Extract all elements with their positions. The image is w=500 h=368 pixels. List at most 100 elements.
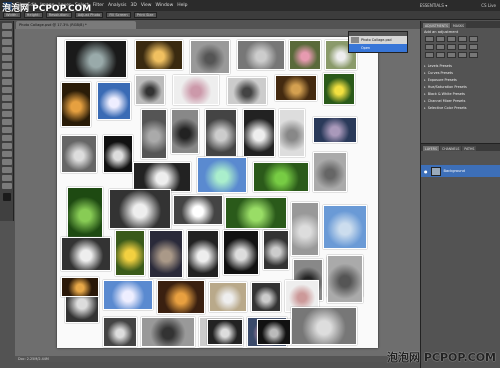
- eye-icon[interactable]: ●: [424, 169, 428, 174]
- pen-tool-icon[interactable]: [1, 135, 12, 141]
- history-snapshot-thumbnail: [351, 37, 359, 43]
- photo-wave-bw: [207, 319, 243, 345]
- threshold-icon[interactable]: [447, 52, 456, 58]
- preset-exposure[interactable]: Exposure Presets: [421, 76, 500, 83]
- posterize-icon[interactable]: [436, 52, 445, 58]
- brush-tool-icon[interactable]: [1, 79, 12, 85]
- preset-curves[interactable]: Curves Presets: [421, 69, 500, 76]
- preset-levels[interactable]: Levels Presets: [421, 62, 500, 69]
- history-snapshot-label: Photo Collage.psd: [361, 38, 392, 42]
- crop-tool-icon[interactable]: [1, 55, 12, 61]
- photoshop-window: Ps File Edit Image Layer Select Filter A…: [0, 0, 500, 368]
- menu-analysis[interactable]: Analysis: [108, 3, 127, 8]
- photo-children-bw: [205, 109, 237, 157]
- quick-select-tool-icon[interactable]: [1, 47, 12, 53]
- preset-black-white[interactable]: Black & White Presets: [421, 90, 500, 97]
- invert-icon[interactable]: [425, 52, 434, 58]
- photo-pink-flower: [289, 40, 321, 70]
- 3d-rotate-tool-icon[interactable]: [1, 167, 12, 173]
- type-tool-icon[interactable]: [1, 143, 12, 149]
- clone-stamp-tool-icon[interactable]: [1, 87, 12, 93]
- history-snapshot[interactable]: Photo Collage.psd: [349, 36, 407, 44]
- menu-filter[interactable]: Filter: [93, 3, 104, 8]
- photo-kids-bw: [263, 230, 289, 270]
- photo-landscape-bw: [313, 152, 347, 192]
- status-bar: Doc: 2.25M/2.44M: [15, 356, 422, 362]
- presets-list: Levels Presets Curves Presets Exposure P…: [421, 62, 500, 111]
- move-tool-icon[interactable]: [1, 23, 12, 29]
- layer-name: Background: [443, 169, 465, 173]
- layers-tabs: LAYERS CHANNELS PATHS: [421, 144, 500, 151]
- brightness-contrast-icon[interactable]: [425, 36, 434, 42]
- photo-water-bw: [190, 40, 230, 74]
- marquee-tool-icon[interactable]: [1, 31, 12, 37]
- photo-white-flower-5: [61, 237, 111, 271]
- preset-channel-mixer[interactable]: Channel Mixer Presets: [421, 97, 500, 104]
- photo-leaves: [225, 197, 287, 229]
- photo-sunset-3: [157, 280, 205, 314]
- lasso-tool-icon[interactable]: [1, 39, 12, 45]
- photo-white-flower-4: [173, 195, 223, 225]
- photo-ocean-bw: [237, 40, 285, 70]
- gradient-map-icon[interactable]: [458, 52, 467, 58]
- layer-thumbnail: [430, 166, 441, 176]
- tab-adjustments[interactable]: ADJUSTMENTS: [423, 23, 450, 28]
- hand-tool-icon[interactable]: [1, 175, 12, 181]
- photo-pier-sunset: [275, 75, 317, 101]
- vibrance-icon[interactable]: [469, 36, 478, 42]
- color-balance-icon[interactable]: [436, 44, 445, 50]
- history-brush-tool-icon[interactable]: [1, 95, 12, 101]
- eraser-tool-icon[interactable]: [1, 103, 12, 109]
- tools-panel: [0, 21, 14, 221]
- photo-white-lily: [187, 230, 219, 278]
- menu-view[interactable]: View: [141, 3, 152, 8]
- photo-people-bw-1: [135, 75, 165, 105]
- photo-filter-icon[interactable]: [458, 44, 467, 50]
- watermark-bottom: 泡泡网 PCPOP.COM: [387, 351, 496, 364]
- print-size-button[interactable]: Print Size: [133, 12, 157, 18]
- preset-hue-saturation[interactable]: Hue/Saturation Presets: [421, 83, 500, 90]
- tab-paths[interactable]: PATHS: [462, 146, 477, 151]
- history-panel: Photo Collage.psd Open: [348, 31, 408, 53]
- menu-3d[interactable]: 3D: [130, 3, 136, 8]
- preset-selective-color[interactable]: Selective Color Presets: [421, 104, 500, 111]
- photo-tree-silhouette: [65, 40, 127, 78]
- dodge-tool-icon[interactable]: [1, 127, 12, 133]
- channel-mixer-icon[interactable]: [469, 44, 478, 50]
- tab-masks[interactable]: MASKS: [451, 23, 467, 28]
- hue-saturation-icon[interactable]: [425, 44, 434, 50]
- healing-tool-icon[interactable]: [1, 71, 12, 77]
- black-white-icon[interactable]: [447, 44, 456, 50]
- workspace-switcher[interactable]: ESSENTIALS ▾: [420, 3, 448, 8]
- blur-tool-icon[interactable]: [1, 119, 12, 125]
- photo-leaf-bw: [141, 317, 195, 347]
- collage-canvas[interactable]: [57, 37, 378, 348]
- adjustments-tabs: ADJUSTMENTS MASKS: [421, 21, 500, 28]
- path-select-tool-icon[interactable]: [1, 151, 12, 157]
- shape-tool-icon[interactable]: [1, 159, 12, 165]
- gradient-tool-icon[interactable]: [1, 111, 12, 117]
- levels-icon[interactable]: [436, 36, 445, 42]
- adjustment-icons-grid: [421, 36, 500, 58]
- menu-window[interactable]: Window: [156, 3, 174, 8]
- layer-background[interactable]: ● Background: [421, 165, 500, 177]
- eyedropper-tool-icon[interactable]: [1, 63, 12, 69]
- photo-yellow-flower: [323, 73, 355, 105]
- doc-size-status: Doc: 2.25M/2.44M: [18, 357, 49, 361]
- tab-channels[interactable]: CHANNELS: [439, 146, 462, 151]
- menu-help[interactable]: Help: [177, 3, 187, 8]
- fill-screen-button[interactable]: Fill Screen: [106, 12, 131, 18]
- foreground-color-swatch[interactable]: [2, 193, 11, 201]
- photo-lily-bw: [223, 230, 259, 275]
- history-state-open[interactable]: Open: [349, 44, 407, 52]
- exposure-icon[interactable]: [458, 36, 467, 42]
- selective-color-icon[interactable]: [469, 52, 478, 58]
- curves-icon[interactable]: [447, 36, 456, 42]
- photo-palm-1: [253, 162, 309, 192]
- document-tab[interactable]: Photo Collage.psd @ 17.3% (RGB/8) *: [16, 21, 136, 29]
- photo-people-bw-2: [61, 135, 97, 173]
- history-state-label: Open: [361, 46, 371, 50]
- zoom-tool-icon[interactable]: [1, 183, 12, 189]
- cs-live-button[interactable]: CS Live: [481, 3, 496, 8]
- tab-layers[interactable]: LAYERS: [423, 146, 439, 151]
